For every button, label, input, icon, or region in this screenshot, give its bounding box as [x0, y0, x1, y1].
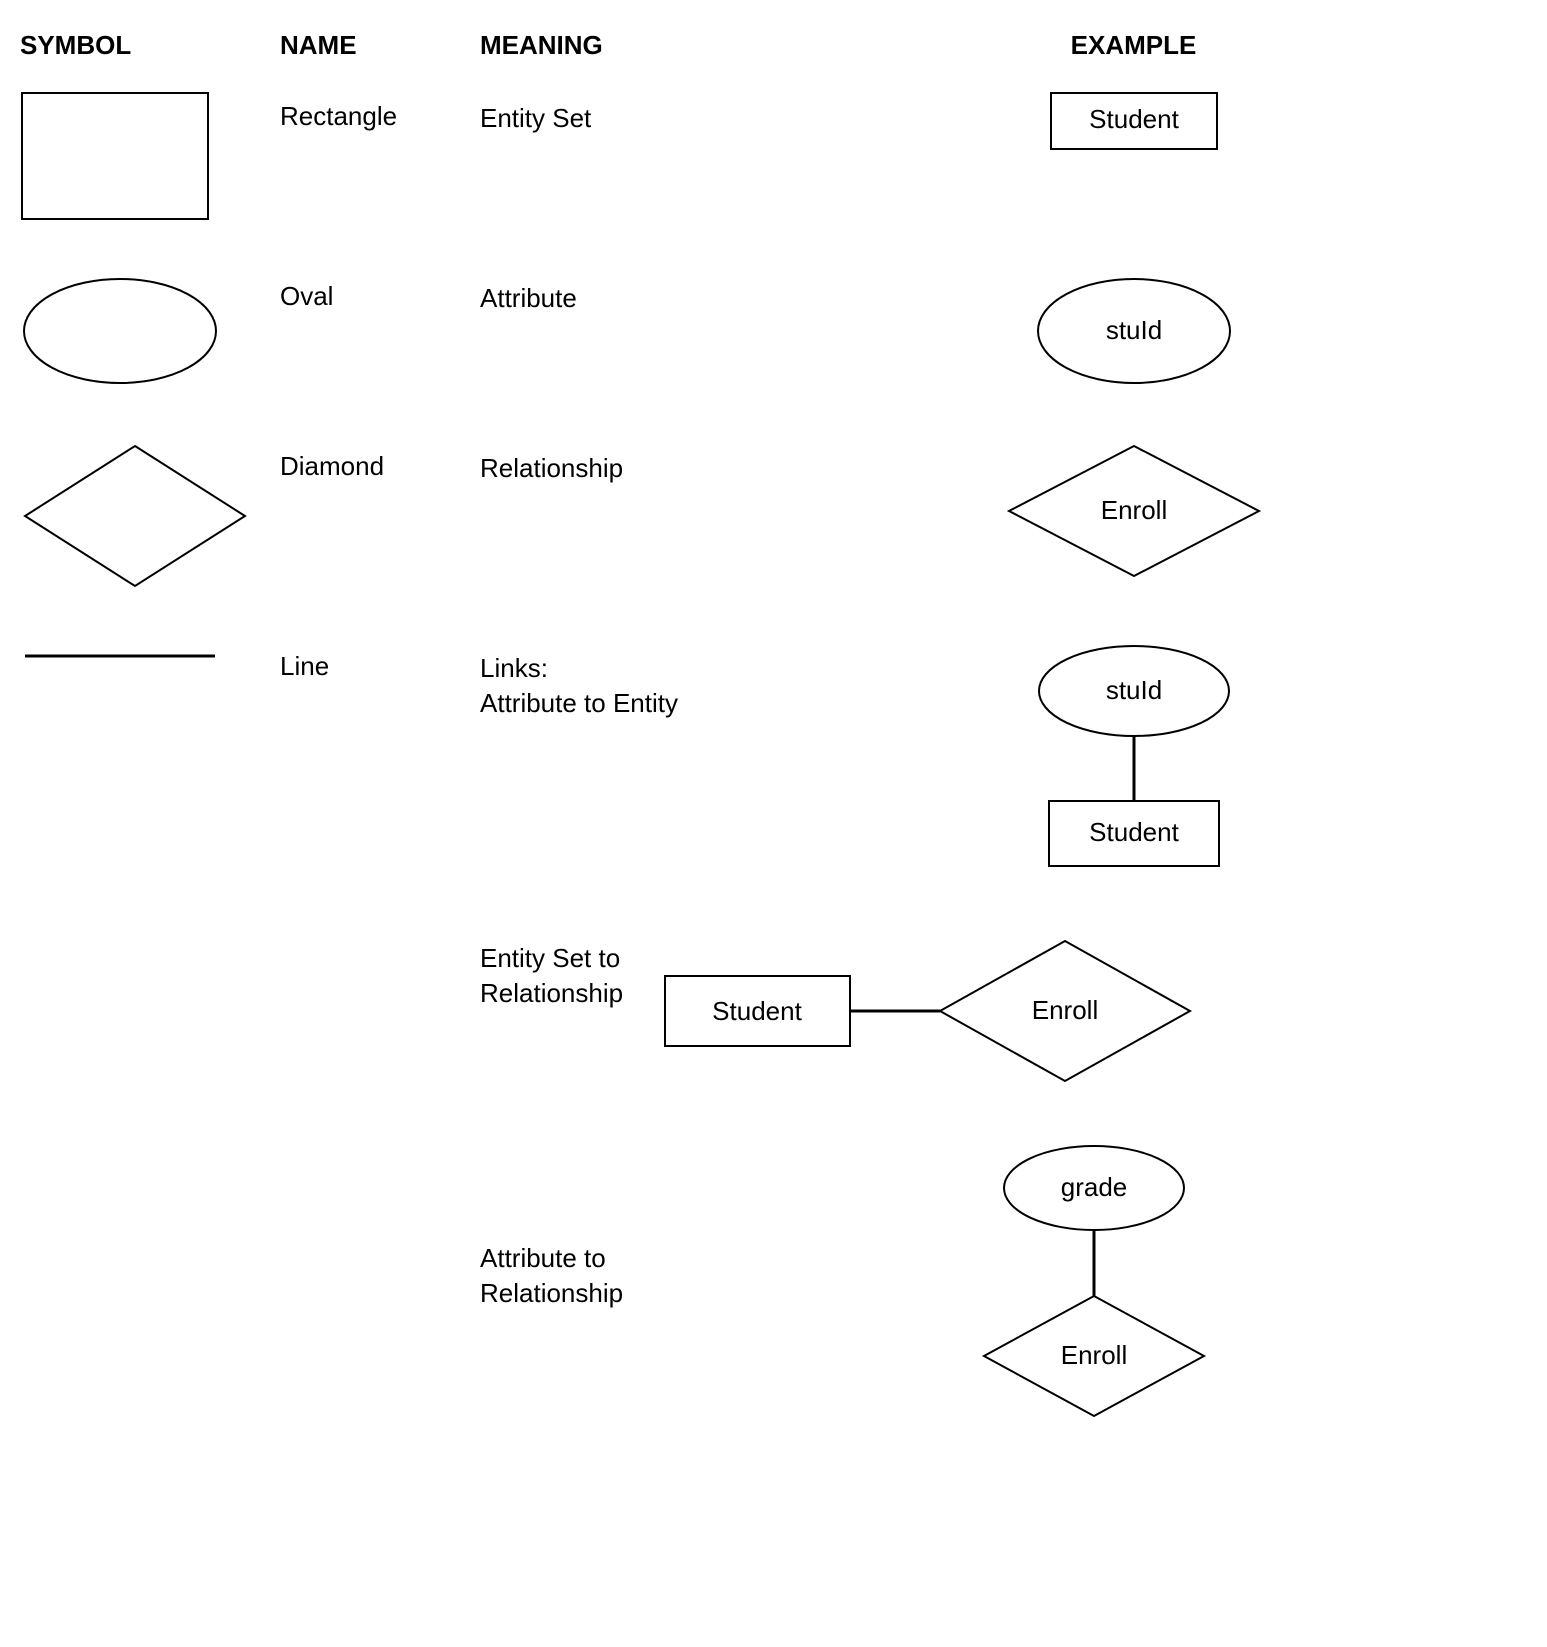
svg-text:Enroll: Enroll: [1100, 495, 1166, 525]
svg-text:Student: Student: [712, 996, 802, 1026]
svg-text:grade: grade: [1060, 1172, 1127, 1202]
row-diamond: Diamond Relationship Enroll: [20, 441, 1527, 591]
symbol-diamond: [20, 441, 280, 591]
name-diamond: Diamond: [280, 441, 480, 482]
meaning-entity-set: Entity Set: [480, 91, 740, 136]
example-entity-to-relationship: Student Enroll: [660, 931, 1527, 1091]
header-name: NAME: [280, 30, 480, 61]
row-attribute-to-relationship: Attribute to Relationship grade Enroll: [20, 1141, 1527, 1421]
name-oval: Oval: [280, 271, 480, 312]
name-empty-2: [280, 1141, 480, 1151]
example-attribute: stuId: [740, 271, 1527, 391]
svg-text:stuId: stuId: [1105, 315, 1161, 345]
meaning-relationship: Relationship: [480, 441, 740, 486]
header-meaning: MEANING: [480, 30, 740, 61]
row-entity-to-relationship: Entity Set to Relationship Student Enrol…: [20, 931, 1527, 1091]
svg-text:stuId: stuId: [1105, 675, 1161, 705]
example-entity-set: Student: [740, 91, 1527, 151]
header-symbol: SYMBOL: [20, 30, 280, 61]
meaning-attribute-to-relationship: Attribute to Relationship: [480, 1141, 660, 1311]
svg-text:Enroll: Enroll: [1060, 1340, 1126, 1370]
name-rectangle: Rectangle: [280, 91, 480, 132]
name-line: Line: [280, 641, 480, 682]
svg-text:Student: Student: [1089, 817, 1179, 847]
name-empty-1: [280, 931, 480, 941]
symbol-rectangle: [20, 91, 280, 221]
row-rectangle: Rectangle Entity Set Student: [20, 91, 1527, 221]
header-row: SYMBOL NAME MEANING EXAMPLE: [20, 30, 1527, 61]
svg-text:Student: Student: [1089, 104, 1179, 134]
meaning-attribute: Attribute: [480, 271, 740, 316]
example-relationship: Enroll: [740, 441, 1527, 581]
row-line: Line Links: Attribute to Entity stuId St…: [20, 641, 1527, 881]
example-links-attr-entity: stuId Student: [740, 641, 1527, 881]
symbol-oval: [20, 271, 280, 391]
header-example: EXAMPLE: [740, 30, 1527, 61]
example-attribute-to-relationship: grade Enroll: [660, 1141, 1527, 1421]
svg-text:Enroll: Enroll: [1032, 995, 1098, 1025]
row-oval: Oval Attribute stuId: [20, 271, 1527, 391]
meaning-links-attr-entity: Links: Attribute to Entity: [480, 641, 740, 721]
meaning-entity-to-relationship: Entity Set to Relationship: [480, 931, 660, 1011]
symbol-line: [20, 641, 280, 671]
